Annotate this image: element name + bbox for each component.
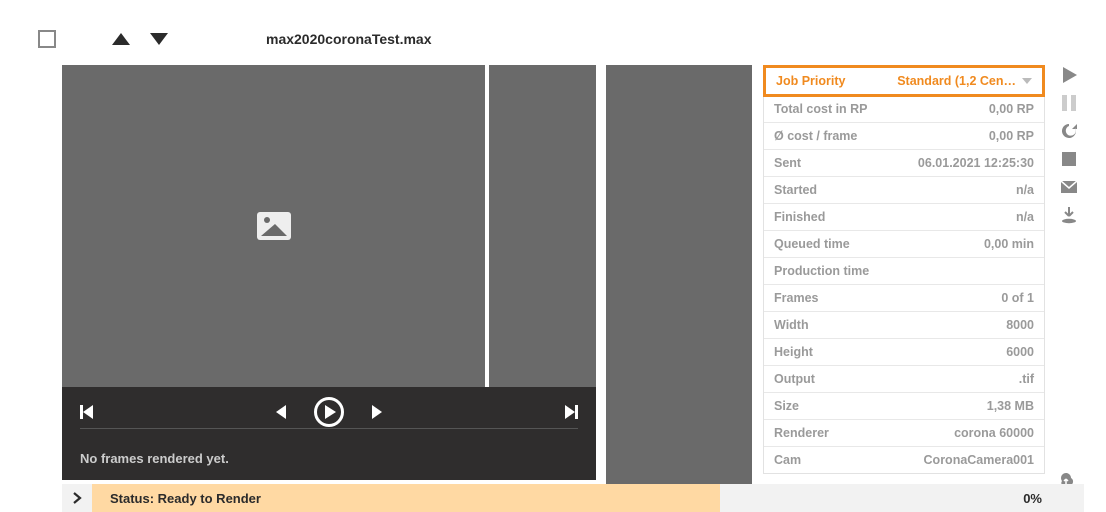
prev-frame-button[interactable]	[276, 405, 286, 419]
next-frame-button[interactable]	[372, 405, 382, 419]
job-actions-toolbar	[1055, 65, 1083, 225]
play-button[interactable]	[314, 397, 344, 427]
table-row: Finishedn/a	[764, 204, 1044, 231]
pause-icon[interactable]	[1058, 93, 1080, 113]
refresh-icon[interactable]	[1058, 121, 1080, 141]
preview-panel: No frames rendered yet.	[62, 65, 596, 480]
table-row: Renderercorona 60000	[764, 420, 1044, 447]
chevron-down-icon	[1022, 78, 1032, 84]
table-row: Ø cost / frame0,00 RP	[764, 123, 1044, 150]
table-row: Sent06.01.2021 12:25:30	[764, 150, 1044, 177]
stop-icon[interactable]	[1058, 149, 1080, 169]
download-icon[interactable]	[1058, 205, 1080, 225]
start-icon[interactable]	[1058, 65, 1080, 85]
table-row: Queued time0,00 min	[764, 231, 1044, 258]
player-bar	[62, 387, 596, 437]
skip-last-button[interactable]	[565, 405, 578, 419]
table-row: Frames0 of 1	[764, 285, 1044, 312]
preview-side-area	[489, 65, 596, 387]
move-down-icon[interactable]	[150, 33, 168, 45]
table-row: Height6000	[764, 339, 1044, 366]
mail-icon[interactable]	[1058, 177, 1080, 197]
expand-status-button[interactable]	[62, 492, 92, 504]
status-percent: 0%	[1023, 491, 1084, 506]
job-priority-label: Job Priority	[776, 74, 845, 88]
table-row: Production time	[764, 258, 1044, 285]
job-priority-dropdown[interactable]: Job Priority Standard (1,2 Cen…	[763, 65, 1045, 97]
job-priority-value: Standard (1,2 Cen…	[897, 74, 1016, 88]
job-info-table: Job Priority Standard (1,2 Cen… Total co…	[763, 65, 1045, 474]
no-frames-message: No frames rendered yet.	[62, 437, 596, 480]
table-row: Total cost in RP0,00 RP	[764, 96, 1044, 123]
table-row: Startedn/a	[764, 177, 1044, 204]
table-row: Output.tif	[764, 366, 1044, 393]
select-job-checkbox[interactable]	[38, 30, 56, 48]
preview-main-area	[62, 65, 485, 387]
job-filename: max2020coronaTest.max	[266, 31, 432, 47]
table-row: Size1,38 MB	[764, 393, 1044, 420]
image-placeholder-icon	[257, 212, 291, 240]
status-bar: Status: Ready to Render 0%	[62, 484, 1084, 512]
table-row: CamCoronaCamera001	[764, 447, 1044, 473]
secondary-preview-area	[606, 65, 752, 484]
skip-first-button[interactable]	[80, 405, 93, 419]
move-up-icon[interactable]	[112, 33, 130, 45]
table-row: Width8000	[764, 312, 1044, 339]
status-text: Status: Ready to Render	[92, 484, 720, 512]
